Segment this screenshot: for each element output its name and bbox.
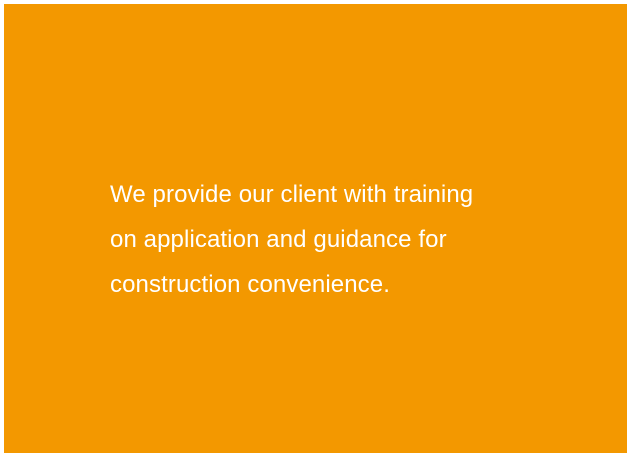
page-frame: We provide our client with training on a…	[0, 0, 631, 457]
info-card: We provide our client with training on a…	[4, 4, 627, 453]
message-line: We provide our client with training	[110, 181, 474, 208]
message-line: construction convenience.	[110, 271, 390, 298]
message-line: on application and guidance for	[110, 226, 447, 253]
card-message: We provide our client with training on a…	[110, 172, 570, 307]
